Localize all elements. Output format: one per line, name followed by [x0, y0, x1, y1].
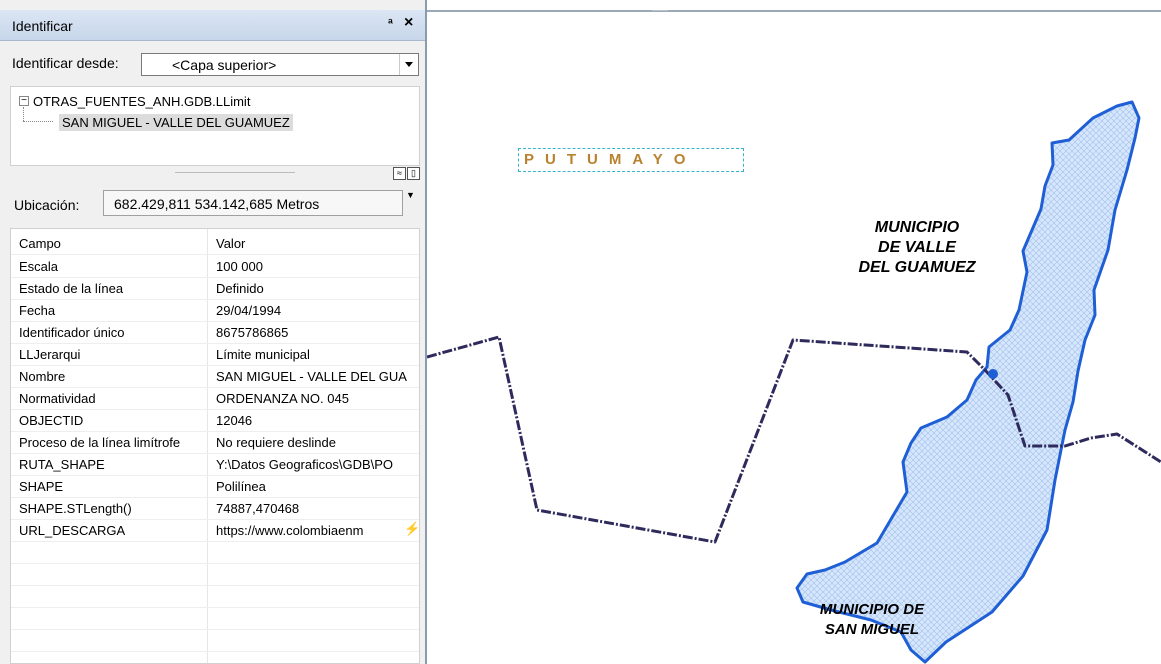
label-line: SAN MIGUEL: [824, 621, 920, 638]
header-field[interactable]: Campo: [19, 236, 61, 251]
map-canvas[interactable]: [427, 10, 1161, 664]
empty-row: [11, 607, 419, 630]
panel-title: Identificar: [12, 18, 73, 34]
field-value: 100 000: [216, 259, 263, 274]
grid-toggle-icon[interactable]: ▯: [407, 167, 420, 180]
table-row[interactable]: Fecha 29/04/1994: [11, 299, 419, 322]
municipio-san-miguel-label: MUNICIPIO DE SAN MIGUEL: [789, 600, 955, 640]
header-value[interactable]: Valor: [216, 236, 416, 251]
identify-from-value: <Capa superior>: [172, 57, 277, 73]
table-row[interactable]: Nombre SAN MIGUEL - VALLE DEL GUA: [11, 365, 419, 388]
field-name: LLJerarqui: [19, 347, 81, 362]
collapse-icon[interactable]: −: [19, 96, 29, 106]
river-polygon: [795, 100, 1141, 664]
empty-row: [11, 541, 419, 564]
expand-icon[interactable]: ≈: [393, 167, 406, 180]
field-value: 29/04/1994: [216, 303, 282, 318]
table-row[interactable]: OBJECTID 12046: [11, 409, 419, 432]
tree-connector: [23, 107, 24, 121]
splitter-grip[interactable]: [175, 172, 295, 173]
table-row[interactable]: Proceso de la línea limítrofe No requiere…: [11, 431, 419, 454]
tree-feature-node[interactable]: SAN MIGUEL - VALLE DEL GUAMUEZ: [59, 114, 293, 131]
department-label: PUTUMAYO: [524, 151, 697, 168]
attributes-table: Campo Valor Escala 100 000 Estado de la lí…: [10, 228, 420, 664]
field-name: Fecha: [19, 303, 56, 318]
empty-row: [11, 629, 419, 652]
tree-layer-node[interactable]: OTRAS_FUENTES_ANH.GDB.LLimit: [33, 94, 250, 109]
field-value: Y:\Datos Geograficos\GDB\PO: [216, 457, 394, 472]
tree-connector: [23, 121, 53, 122]
field-value: https://www.colombiaenm: [216, 523, 364, 538]
table-row[interactable]: Escala 100 000: [11, 255, 419, 278]
identify-from-dropdown[interactable]: <Capa superior>: [141, 53, 419, 76]
field-value: 74887,470468: [216, 501, 300, 516]
panel-splitter[interactable]: ≈ ▯: [10, 166, 420, 180]
label-line: MUNICIPIO: [874, 219, 960, 236]
table-row[interactable]: Normatividad ORDENANZA NO. 045: [11, 387, 419, 410]
field-name: URL_DESCARGA: [19, 523, 126, 538]
field-name: Nombre: [19, 369, 66, 384]
table-header: Campo Valor: [11, 232, 419, 255]
field-value: 12046: [216, 413, 253, 428]
table-row[interactable]: URL_DESCARGA https://www.colombiaenm ⚡: [11, 519, 420, 542]
field-value: Definido: [216, 281, 264, 296]
field-name: Estado de la línea: [19, 281, 124, 296]
field-value: ORDENANZA NO. 045: [216, 391, 349, 406]
map-view[interactable]: PUTUMAYO MUNICIPIO DE VALLE DEL GUAMUEZ …: [427, 10, 1161, 664]
location-label: Ubicación:: [14, 197, 80, 213]
field-name: Proceso de la línea limítrofe: [19, 435, 181, 450]
lightning-icon[interactable]: ⚡: [404, 521, 420, 537]
table-row[interactable]: LLJerarqui Límite municipal: [11, 343, 419, 366]
field-name: Normatividad: [19, 391, 96, 406]
chevron-down-icon[interactable]: [399, 54, 418, 75]
table-row[interactable]: SHAPE.STLength() 74887,470468: [11, 497, 419, 520]
boundary-junction: [988, 369, 998, 379]
results-tree: − OTRAS_FUENTES_ANH.GDB.LLimit SAN MIGUE…: [10, 86, 420, 166]
field-value: 8675786865: [216, 325, 289, 340]
location-value: 682.429,811 534.142,685 Metros: [114, 196, 320, 212]
identify-from-label: Identificar desde:: [12, 55, 119, 71]
label-line: DE VALLE: [878, 239, 956, 256]
label-line: MUNICIPIO DE: [819, 601, 925, 618]
table-row[interactable]: RUTA_SHAPE Y:\Datos Geograficos\GDB\PO: [11, 453, 419, 476]
label-line: DEL GUAMUEZ: [858, 259, 976, 276]
field-value: SAN MIGUEL - VALLE DEL GUA: [216, 369, 407, 384]
municipio-valle-label: MUNICIPIO DE VALLE DEL GUAMUEZ: [827, 218, 1007, 278]
field-value: Polilínea: [216, 479, 266, 494]
field-name: Escala: [19, 259, 59, 274]
table-row[interactable]: Identificador único 8675786865: [11, 321, 419, 344]
panel-titlebar: Identificar ª ×: [0, 10, 425, 41]
location-menu-icon[interactable]: ▼: [406, 190, 415, 200]
identify-panel: Identificar ª × Identificar desde: <Capa…: [0, 0, 427, 664]
field-value: Límite municipal: [216, 347, 310, 362]
table-row[interactable]: SHAPE Polilínea: [11, 475, 419, 498]
field-name: SHAPE.STLength(): [19, 501, 132, 516]
field-name: SHAPE: [19, 479, 64, 494]
empty-row: [11, 563, 419, 586]
field-name: OBJECTID: [19, 413, 84, 428]
empty-row: [11, 585, 419, 608]
field-name: Identificador único: [19, 325, 125, 340]
pin-icon[interactable]: ª: [388, 16, 393, 31]
field-value: No requiere deslinde: [216, 435, 336, 450]
department-label-frame[interactable]: PUTUMAYO: [518, 148, 744, 172]
location-field[interactable]: 682.429,811 534.142,685 Metros: [103, 190, 403, 216]
field-name: RUTA_SHAPE: [19, 457, 105, 472]
table-row[interactable]: Estado de la línea Definido: [11, 277, 419, 300]
close-icon[interactable]: ×: [404, 14, 413, 32]
